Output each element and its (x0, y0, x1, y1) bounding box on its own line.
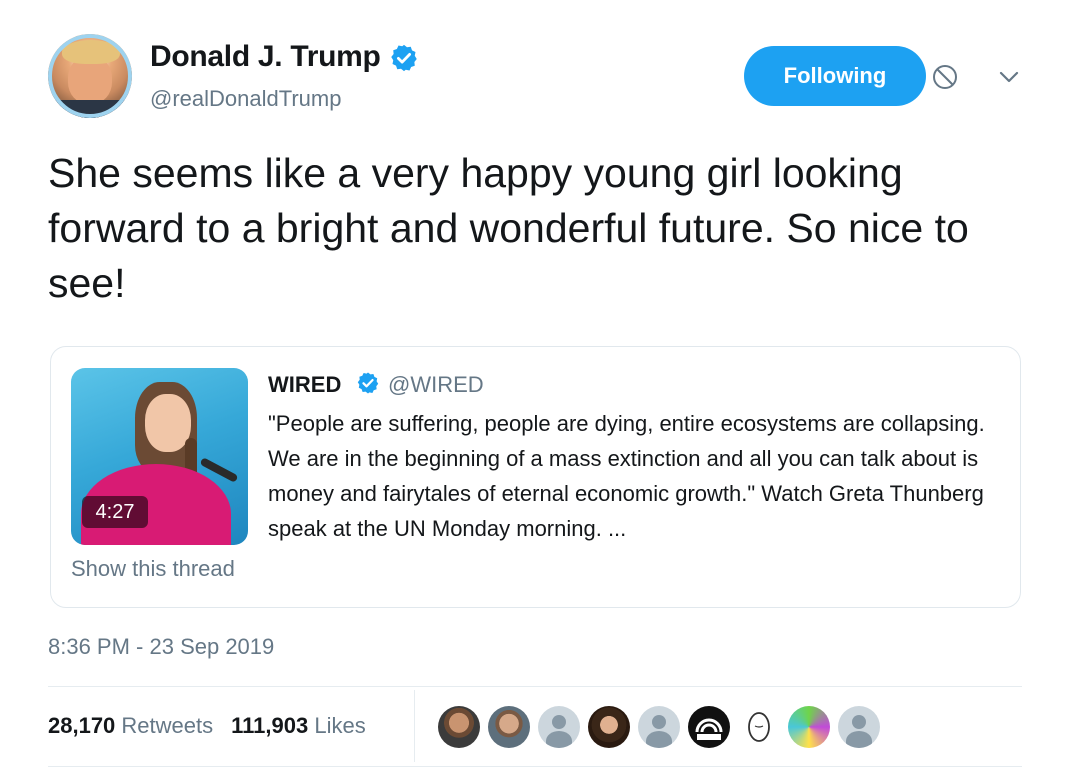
show-thread-link[interactable]: Show this thread (71, 556, 235, 582)
quoted-author-handle[interactable]: @WIRED (388, 372, 484, 398)
liker-avatar[interactable] (488, 706, 530, 748)
divider (48, 766, 1022, 767)
avatar-ring (48, 34, 132, 118)
following-button[interactable]: Following (744, 46, 926, 106)
block-icon[interactable] (930, 62, 960, 92)
divider-vertical (414, 690, 415, 762)
likes-stat[interactable]: 111,903 Likes (231, 713, 366, 738)
author-avatar[interactable] (48, 34, 132, 118)
liker-avatar-sketch[interactable] (738, 706, 780, 748)
liker-avatar-default[interactable] (838, 706, 880, 748)
retweets-count: 28,170 (48, 713, 116, 738)
logo-icon (695, 718, 723, 740)
quoted-verified-badge-icon (357, 372, 379, 394)
quoted-tweet-text: "People are suffering, people are dying,… (268, 411, 985, 541)
quoted-author-name[interactable]: WIRED (268, 372, 341, 398)
verified-badge-icon (390, 44, 417, 72)
tweet-text: She seems like a very happy young girl l… (48, 150, 969, 306)
tweet-stats: 28,170 Retweets 111,903 Likes (48, 713, 366, 739)
liker-avatar[interactable] (588, 706, 630, 748)
author-name-text: Donald J. Trump (150, 40, 381, 73)
retweets-stat[interactable]: 28,170 Retweets (48, 713, 213, 738)
likes-count: 111,903 (231, 713, 309, 738)
divider (48, 686, 1022, 687)
author-display-name[interactable]: Donald J. Trump (150, 40, 419, 74)
author-handle[interactable]: @realDonaldTrump (150, 86, 341, 112)
retweets-label: Retweets (121, 713, 214, 738)
sketch-face-icon (748, 712, 770, 742)
likes-label: Likes (314, 713, 366, 738)
chevron-down-icon[interactable] (996, 66, 1022, 88)
liker-avatar-logo[interactable] (688, 706, 730, 748)
likers-avatars (438, 706, 888, 748)
liker-avatar-art[interactable] (788, 706, 830, 748)
tweet-timestamp[interactable]: 8:36 PM - 23 Sep 2019 (48, 634, 274, 660)
video-duration-badge: 4:27 (82, 496, 148, 528)
liker-avatar-default[interactable] (538, 706, 580, 748)
liker-avatar-default[interactable] (638, 706, 680, 748)
liker-avatar[interactable] (438, 706, 480, 748)
